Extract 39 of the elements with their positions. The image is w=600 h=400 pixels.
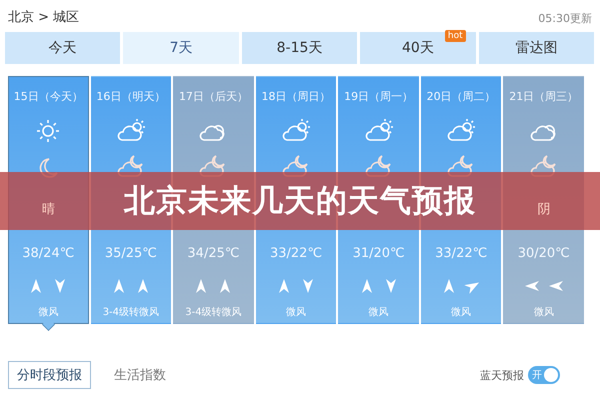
sun-cloud-icon [281, 118, 312, 144]
day-date: 16日（明天） [96, 89, 166, 104]
sun-cloud-icon [116, 118, 146, 144]
day-date: 15日（今天） [14, 89, 83, 104]
tab[interactable]: 40天 hot [360, 32, 476, 64]
sun-cloud-icon [446, 118, 476, 144]
day-date: 18日（周日） [262, 89, 331, 104]
temperature: 30/20℃ [518, 246, 570, 261]
wind-level: 微风 [368, 306, 389, 319]
day-date: 17日（后天） [178, 89, 248, 104]
wind-level: 微风 [451, 306, 472, 319]
update-time: 05:30更新 [538, 11, 592, 26]
temperature: 34/25℃ [187, 246, 240, 261]
tab[interactable]: 雷达图 [478, 32, 594, 64]
wind-level: 3-4级转微风 [102, 306, 160, 319]
breadcrumb[interactable]: 北京 > 城区 [8, 8, 80, 26]
temperature: 33/22℃ [270, 246, 322, 261]
day-date: 20日（周二） [426, 89, 496, 104]
day-date: 19日（周一） [344, 89, 414, 104]
tab[interactable]: 7天 [123, 32, 239, 64]
weather-condition: 晴 [42, 201, 55, 216]
wind-level: 3-4级转微风 [185, 306, 242, 319]
temperature: 33/22℃ [435, 246, 488, 261]
sub-tab[interactable]: 分时段预报 [8, 361, 91, 389]
tab[interactable]: 今天 [5, 32, 120, 64]
day-date: 21日（周三） [509, 89, 578, 104]
temperature: 38/24℃ [22, 246, 74, 261]
wind-level: 微风 [38, 306, 58, 319]
tab[interactable]: 8-15天 [242, 32, 358, 64]
wind-level: 微风 [286, 306, 306, 319]
wind-level: 微风 [534, 306, 554, 319]
sky-forecast-label: 蓝天预报 [480, 368, 524, 382]
sun-icon [35, 118, 62, 144]
temperature: 31/20℃ [352, 246, 405, 261]
weather-condition: 阴 [537, 201, 550, 216]
temperature: 35/25℃ [104, 246, 157, 261]
sub-tab[interactable]: 生活指数 [105, 361, 175, 389]
sun-cloud-icon [364, 118, 394, 144]
hot-badge: hot [444, 30, 466, 42]
